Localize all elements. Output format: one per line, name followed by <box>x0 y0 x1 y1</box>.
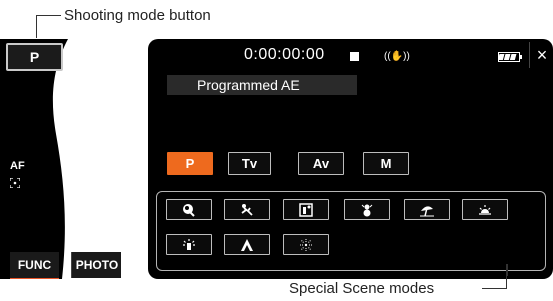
scene-night-button[interactable] <box>283 199 329 220</box>
callout-stem-special-scene <box>506 264 508 276</box>
func-button[interactable]: FUNC <box>10 252 59 279</box>
timecode: 0:00:00:00 <box>244 46 325 63</box>
callout-line-special-scene <box>482 276 507 289</box>
af-frame-icon <box>10 178 20 188</box>
scene-beach-button[interactable] <box>404 199 450 220</box>
callout-special-scene-label: Special Scene modes <box>289 280 435 297</box>
snow-icon <box>361 204 373 216</box>
callout-shooting-mode-label: Shooting mode button <box>64 7 211 24</box>
stabilizer-icon: ((✋)) <box>384 51 410 62</box>
scene-low-light-button[interactable] <box>166 234 212 255</box>
scene-sports-button[interactable] <box>224 199 270 220</box>
fireworks-icon <box>300 238 312 251</box>
beach-icon <box>420 205 434 216</box>
screen-edge-curve <box>52 39 121 279</box>
close-button[interactable]: × <box>529 42 553 68</box>
left-camera-panel: P AF FUNC PHOTO <box>0 39 121 279</box>
scene-fireworks-button[interactable] <box>283 234 329 255</box>
af-indicator: AF <box>10 160 25 172</box>
scene-sunset-button[interactable] <box>462 199 508 220</box>
camera-screen: 0:00:00:00 ((✋)) × Programmed AE P Tv Av… <box>148 39 553 279</box>
mode-title: Programmed AE <box>167 75 357 95</box>
mode-button-p[interactable]: P <box>167 152 213 175</box>
mode-button-m[interactable]: M <box>363 152 409 175</box>
battery-icon <box>498 52 522 62</box>
portrait-icon <box>183 203 195 217</box>
sunset-icon <box>479 204 491 215</box>
shooting-mode-button[interactable]: P <box>6 43 63 71</box>
callout-line-shooting-mode <box>36 15 61 38</box>
night-scene-icon <box>299 202 313 217</box>
photo-button[interactable]: PHOTO <box>71 252 121 278</box>
scene-snow-button[interactable] <box>344 199 390 220</box>
scene-portrait-button[interactable] <box>166 199 212 220</box>
scene-spotlight-button[interactable] <box>224 234 270 255</box>
mode-button-av[interactable]: Av <box>298 152 344 175</box>
spotlight-icon <box>241 238 253 251</box>
stop-icon <box>350 52 359 61</box>
mode-button-tv[interactable]: Tv <box>228 152 271 175</box>
low-light-icon <box>183 238 195 250</box>
sports-icon <box>241 203 253 216</box>
